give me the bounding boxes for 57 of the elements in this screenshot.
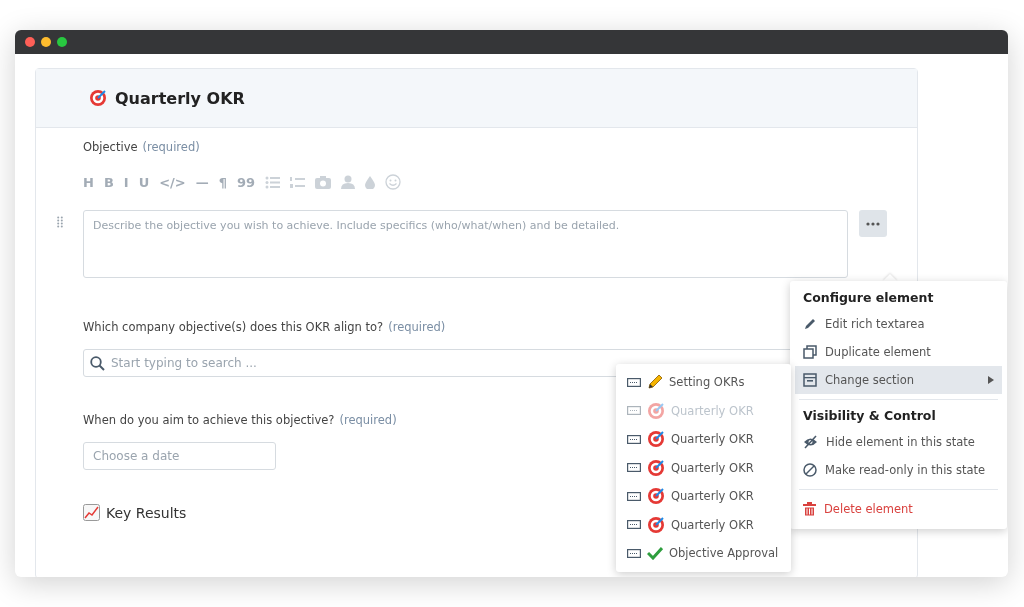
objective-textarea[interactable]: Describe the objective you wish to achieve. Include specifics (who/what/when) and be detailed.	[83, 210, 848, 278]
bullet-list-icon[interactable]	[265, 175, 281, 189]
section-menu-item[interactable]: Quarterly OKR	[616, 510, 791, 539]
menu-item[interactable]: Edit rich textarea	[795, 310, 1002, 338]
menu-item[interactable]: Make read-only in this state	[795, 456, 1002, 484]
maximize-button[interactable]	[57, 37, 67, 47]
required-note: (required)	[388, 320, 446, 334]
field-label: Which company objective(s) does this OKR align to?	[83, 320, 384, 334]
checkmark-icon	[647, 546, 663, 561]
menu-item[interactable]: Delete element	[795, 495, 1002, 523]
menu-heading: Visibility & Control	[802, 407, 937, 425]
duplicate-icon	[803, 345, 817, 359]
ellipsis-icon	[866, 221, 880, 226]
pencil-icon	[803, 317, 817, 331]
search-icon	[90, 356, 105, 371]
target-icon	[647, 401, 665, 420]
section-menu-item[interactable]: Quarterly OKR	[616, 482, 791, 511]
required-note: (required)	[142, 140, 200, 154]
close-button[interactable]	[25, 37, 35, 47]
date-field[interactable]: Choose a date	[83, 442, 276, 470]
target-icon	[647, 487, 665, 506]
prohibited-icon	[803, 463, 817, 477]
section-icon	[627, 406, 641, 416]
field-label: When do you aim to achieve this objective?	[83, 413, 335, 427]
section-icon	[803, 373, 817, 387]
required-note: (required)	[339, 413, 397, 427]
chart-increasing-icon	[83, 504, 100, 521]
section-menu-item[interactable]: Quarterly OKR	[616, 425, 791, 454]
drop-icon[interactable]	[365, 175, 376, 189]
section-menu-item[interactable]: Objective Approval	[616, 539, 791, 568]
minimize-button[interactable]	[41, 37, 51, 47]
emoji-icon[interactable]	[385, 174, 402, 190]
section-heading: Key Results	[106, 504, 187, 521]
menu-item[interactable]: Change section	[795, 366, 1002, 394]
section-icon	[627, 520, 641, 530]
section-icon	[627, 491, 641, 501]
numbered-list-icon[interactable]	[290, 175, 306, 189]
section-icon	[627, 548, 641, 558]
target-icon	[89, 89, 107, 107]
menu-item[interactable]: Hide element in this state	[795, 428, 1002, 456]
person-icon[interactable]	[341, 175, 356, 189]
trash-icon	[803, 502, 816, 516]
more-options-button[interactable]	[859, 210, 887, 237]
form-title: Quarterly OKR	[115, 88, 245, 108]
target-icon	[647, 515, 665, 534]
field-label: Objective	[83, 140, 138, 154]
pencil-icon	[647, 374, 663, 391]
camera-icon[interactable]	[315, 175, 332, 189]
eye-slash-icon	[803, 435, 818, 449]
section-icon	[627, 377, 641, 387]
menu-heading: Configure element	[802, 289, 935, 307]
target-icon	[647, 458, 665, 477]
drag-handle-icon[interactable]	[57, 216, 63, 228]
target-icon	[647, 430, 665, 449]
section-icon	[627, 463, 641, 473]
section-icon	[627, 434, 641, 444]
section-menu-item[interactable]: Quarterly OKR	[616, 453, 791, 482]
